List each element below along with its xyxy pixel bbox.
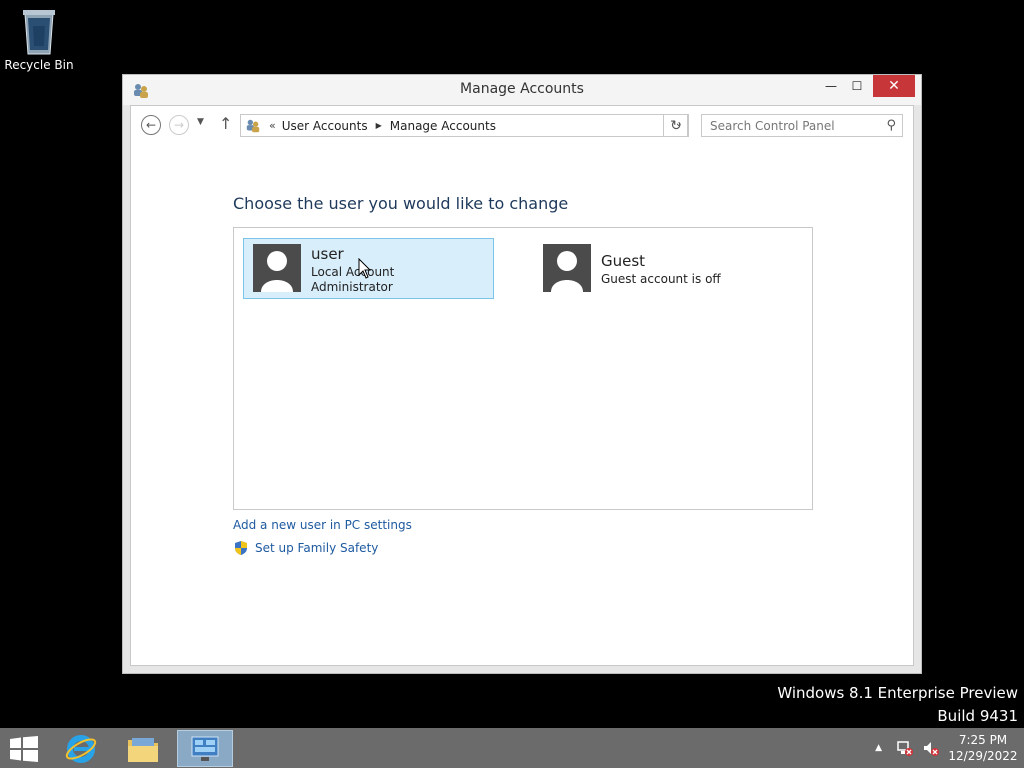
account-name: Guest bbox=[601, 252, 646, 270]
clock-time: 7:25 PM bbox=[958, 733, 1008, 747]
taskbar-clock[interactable]: 7:25 PM 12/29/2022 bbox=[948, 732, 1018, 764]
family-safety-link[interactable]: Set up Family Safety bbox=[233, 540, 378, 556]
back-arrow-icon: ← bbox=[145, 118, 157, 132]
navigation-bar: ← → ▼ ↑ « User Accounts ▶ Manage Account… bbox=[131, 106, 913, 146]
search-placeholder: Search Control Panel bbox=[710, 119, 835, 133]
user-accounts-icon bbox=[246, 119, 260, 132]
up-arrow-icon: ↑ bbox=[219, 114, 233, 133]
address-bar[interactable]: « User Accounts ▶ Manage Accounts ⌄ bbox=[240, 114, 688, 137]
family-safety-label: Set up Family Safety bbox=[255, 541, 379, 555]
breadcrumb-manage-accounts[interactable]: Manage Accounts bbox=[390, 119, 496, 133]
account-name: user bbox=[311, 245, 344, 263]
forward-button[interactable]: → bbox=[169, 115, 189, 135]
back-button[interactable]: ← bbox=[141, 115, 161, 135]
title-bar[interactable]: Manage Accounts — ☐ ✕ bbox=[123, 75, 921, 105]
uac-shield-icon bbox=[235, 541, 247, 555]
folder-icon bbox=[128, 737, 158, 762]
volume-muted-icon[interactable] bbox=[922, 739, 940, 757]
window-title: Manage Accounts bbox=[460, 81, 584, 97]
account-tile-guest[interactable]: Guest Guest account is off bbox=[533, 238, 784, 299]
accounts-list: user Local Account Administrator Guest G… bbox=[233, 227, 813, 510]
user-avatar-icon bbox=[253, 244, 301, 292]
control-panel-icon bbox=[191, 736, 219, 761]
network-disconnected-icon[interactable] bbox=[896, 739, 914, 757]
refresh-button[interactable]: ↻ bbox=[663, 114, 689, 137]
window-client-area: ← → ▼ ↑ « User Accounts ▶ Manage Account… bbox=[130, 105, 914, 666]
system-tray: ▲ 7:25 PM 12/29/2022 bbox=[875, 728, 1024, 768]
manage-accounts-window: Manage Accounts — ☐ ✕ ← → ▼ ↑ « User Acc… bbox=[122, 74, 922, 674]
maximize-button[interactable]: ☐ bbox=[843, 75, 871, 97]
account-type: Local Account bbox=[311, 265, 395, 279]
recycle-bin-label: Recycle Bin bbox=[4, 58, 74, 72]
show-hidden-icons-button[interactable]: ▲ bbox=[875, 743, 882, 753]
recycle-bin-icon bbox=[23, 10, 55, 55]
breadcrumb-separator-icon[interactable]: ▶ bbox=[376, 121, 382, 130]
recycle-bin-desktop-icon[interactable]: Recycle Bin bbox=[4, 6, 74, 72]
recent-locations-button[interactable]: ▼ bbox=[197, 117, 204, 127]
mouse-pointer-icon bbox=[358, 258, 372, 279]
clock-date: 12/29/2022 bbox=[948, 749, 1018, 763]
close-button[interactable]: ✕ bbox=[873, 75, 915, 97]
taskbar-internet-explorer[interactable] bbox=[53, 730, 109, 767]
chevron-down-icon: ▼ bbox=[197, 117, 204, 127]
forward-arrow-icon: → bbox=[173, 118, 185, 132]
watermark-edition: Windows 8.1 Enterprise Preview bbox=[777, 684, 1018, 702]
start-button-windows-logo-icon[interactable] bbox=[10, 736, 38, 762]
search-icon[interactable]: ⚲ bbox=[886, 118, 896, 133]
refresh-icon: ↻ bbox=[670, 117, 682, 134]
taskbar-control-panel[interactable] bbox=[177, 730, 233, 767]
minimize-button[interactable]: — bbox=[817, 75, 845, 97]
account-status: Guest account is off bbox=[601, 272, 721, 286]
search-input[interactable]: Search Control Panel ⚲ bbox=[701, 114, 903, 137]
breadcrumb-user-accounts[interactable]: User Accounts bbox=[282, 119, 368, 133]
up-button[interactable]: ↑ bbox=[219, 114, 232, 133]
taskbar: ▲ 7:25 PM 12/29/2022 bbox=[0, 728, 1024, 768]
account-role: Administrator bbox=[311, 280, 393, 294]
internet-explorer-icon bbox=[65, 734, 97, 763]
windows-watermark: Windows 8.1 Enterprise Preview Build 943… bbox=[777, 682, 1018, 728]
page-title: Choose the user you would like to change bbox=[233, 194, 569, 213]
breadcrumb-overflow[interactable]: « bbox=[269, 119, 276, 132]
watermark-build: Build 9431 bbox=[937, 707, 1018, 725]
guest-avatar-icon bbox=[543, 244, 591, 292]
add-new-user-link[interactable]: Add a new user in PC settings bbox=[233, 518, 412, 532]
taskbar-file-explorer[interactable] bbox=[115, 730, 171, 767]
